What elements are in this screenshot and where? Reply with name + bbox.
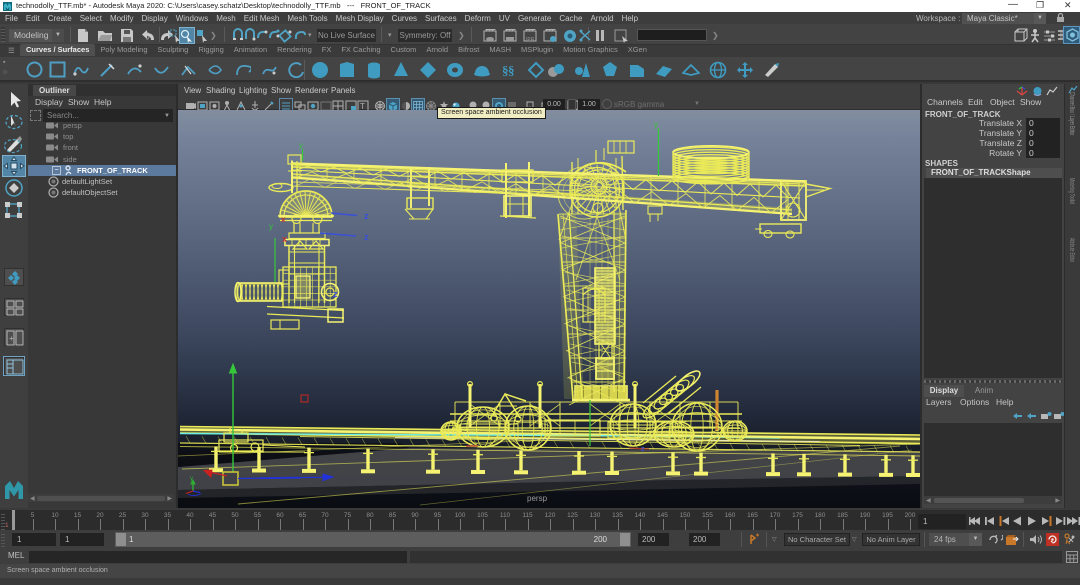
svg-text:y: y bbox=[269, 222, 273, 231]
svg-text:y: y bbox=[654, 120, 658, 129]
svg-text:x: x bbox=[281, 215, 286, 224]
svg-text:persp: persp bbox=[527, 494, 548, 503]
svg-text:y: y bbox=[190, 476, 193, 482]
svg-text:z: z bbox=[641, 446, 645, 453]
svg-text:y: y bbox=[299, 141, 303, 150]
svg-text:z: z bbox=[333, 289, 338, 299]
svg-text:z: z bbox=[364, 232, 369, 242]
svg-text:+: + bbox=[9, 334, 14, 343]
svg-text:IPR: IPR bbox=[526, 37, 535, 43]
svg-text:§: § bbox=[508, 63, 515, 78]
svg-text:x: x bbox=[282, 234, 287, 244]
svg-text:z: z bbox=[364, 211, 369, 221]
